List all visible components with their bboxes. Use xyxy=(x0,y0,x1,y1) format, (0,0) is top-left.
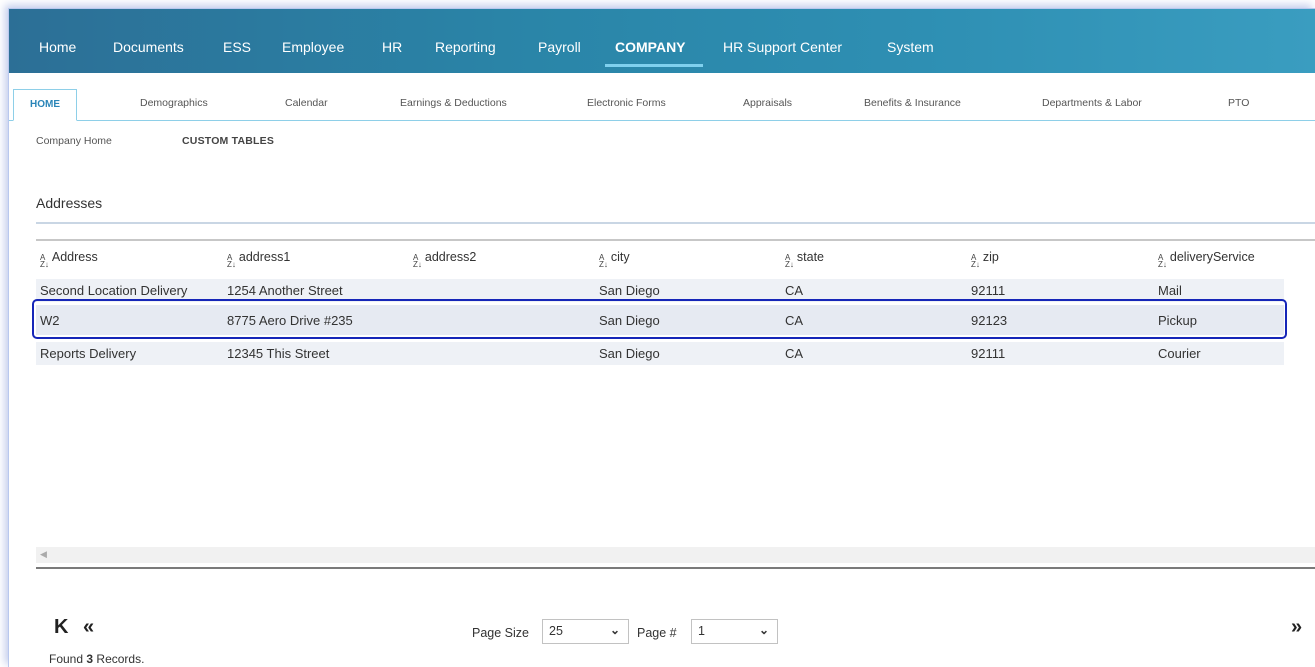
tab-appraisals[interactable]: Appraisals xyxy=(743,97,792,109)
nav-reporting[interactable]: Reporting xyxy=(435,39,496,55)
breadcrumb-custom-tables[interactable]: CUSTOM TABLES xyxy=(182,135,274,147)
cell-address: Reports Delivery xyxy=(40,346,137,361)
section-title: Addresses xyxy=(36,195,103,211)
sort-az-icon[interactable]: A Z↓ xyxy=(1158,254,1167,269)
scroll-left-arrow-icon[interactable]: ◀ xyxy=(40,549,47,560)
horizontal-scrollbar[interactable]: ◀ xyxy=(36,547,1315,563)
nav-employee[interactable]: Employee xyxy=(282,39,344,55)
tab-earnings-deductions[interactable]: Earnings & Deductions xyxy=(400,97,507,109)
nav-hr-support-center[interactable]: HR Support Center xyxy=(723,39,842,55)
table-row-selected[interactable]: W2 8775 Aero Drive #235 San Diego CA 921… xyxy=(36,305,1284,335)
table-row[interactable]: Reports Delivery 12345 This Street San D… xyxy=(36,342,1284,365)
table-row[interactable]: Second Location Delivery 1254 Another St… xyxy=(36,279,1284,302)
active-nav-indicator xyxy=(605,64,703,67)
cell-city: San Diego xyxy=(599,346,660,361)
cell-delivery-service: Pickup xyxy=(1158,313,1198,328)
column-header-address2[interactable]: A Z↓address2 xyxy=(413,250,476,269)
section-divider xyxy=(36,222,1315,224)
column-header-deliveryservice[interactable]: A Z↓deliveryService xyxy=(1158,250,1255,269)
breadcrumb-company-home[interactable]: Company Home xyxy=(36,135,112,147)
cell-state: CA xyxy=(785,283,804,298)
first-page-icon[interactable]: K xyxy=(54,616,68,639)
tab-home[interactable]: HOME xyxy=(13,89,77,121)
cell-zip: 92111 xyxy=(971,346,1006,361)
column-header-zip[interactable]: A Z↓zip xyxy=(971,250,999,269)
tab-electronic-forms[interactable]: Electronic Forms xyxy=(587,97,666,109)
cell-address: W2 xyxy=(40,313,60,328)
nav-documents[interactable]: Documents xyxy=(113,39,184,55)
cell-address1: 1254 Another Street xyxy=(227,283,343,298)
cell-zip: 92111 xyxy=(971,283,1006,298)
sort-az-icon[interactable]: A Z↓ xyxy=(227,254,236,269)
column-header-state[interactable]: A Z↓state xyxy=(785,250,824,269)
table-top-divider xyxy=(36,239,1315,241)
sort-az-icon[interactable]: A Z↓ xyxy=(40,254,49,269)
sort-az-icon[interactable]: A Z↓ xyxy=(599,254,608,269)
nav-hr[interactable]: HR xyxy=(382,39,402,55)
tab-calendar[interactable]: Calendar xyxy=(285,97,328,109)
cell-address1: 12345 This Street xyxy=(227,346,330,361)
sort-az-icon[interactable]: A Z↓ xyxy=(413,254,422,269)
app-window: Home Documents ESS Employee HR Reporting… xyxy=(8,8,1315,667)
records-found-text: Found 3 Records. xyxy=(49,652,145,666)
sort-az-icon[interactable]: A Z↓ xyxy=(971,254,980,269)
cell-address: Second Location Delivery xyxy=(40,283,188,298)
nav-home[interactable]: Home xyxy=(39,39,76,55)
cell-city: San Diego xyxy=(599,283,660,298)
sub-tabs: HOME Demographics Calendar Earnings & De… xyxy=(9,89,1315,121)
column-header-city[interactable]: A Z↓city xyxy=(599,250,630,269)
cell-delivery-service: Courier xyxy=(1158,346,1201,361)
cell-state: CA xyxy=(785,346,804,361)
sort-az-icon[interactable]: A Z↓ xyxy=(785,254,794,269)
top-nav: Home Documents ESS Employee HR Reporting… xyxy=(9,9,1315,73)
tab-benefits-insurance[interactable]: Benefits & Insurance xyxy=(864,97,961,109)
cell-address1: 8775 Aero Drive #235 xyxy=(227,313,353,328)
tab-pto[interactable]: PTO xyxy=(1228,97,1249,109)
table-bottom-divider xyxy=(36,567,1315,569)
nav-payroll[interactable]: Payroll xyxy=(538,39,581,55)
next-page-icon[interactable]: » xyxy=(1291,616,1302,639)
page-number-select[interactable]: 1 ⌄ xyxy=(691,619,778,644)
cell-delivery-service: Mail xyxy=(1158,283,1182,298)
chevron-down-icon: ⌄ xyxy=(758,623,769,637)
page-size-label: Page Size xyxy=(472,626,529,640)
chevron-down-icon: ⌄ xyxy=(609,623,620,637)
nav-company[interactable]: COMPANY xyxy=(615,39,686,55)
column-header-address[interactable]: A Z↓Address xyxy=(40,250,98,269)
previous-page-icon[interactable]: « xyxy=(83,616,94,639)
nav-system[interactable]: System xyxy=(887,39,934,55)
tab-demographics[interactable]: Demographics xyxy=(140,97,208,109)
nav-ess[interactable]: ESS xyxy=(223,39,251,55)
page-size-select[interactable]: 25 ⌄ xyxy=(542,619,629,644)
page-number-label: Page # xyxy=(637,626,677,640)
column-header-address1[interactable]: A Z↓address1 xyxy=(227,250,290,269)
cell-city: San Diego xyxy=(599,313,660,328)
cell-state: CA xyxy=(785,313,804,328)
cell-zip: 92123 xyxy=(971,313,1008,328)
tab-departments-labor[interactable]: Departments & Labor xyxy=(1042,97,1142,109)
